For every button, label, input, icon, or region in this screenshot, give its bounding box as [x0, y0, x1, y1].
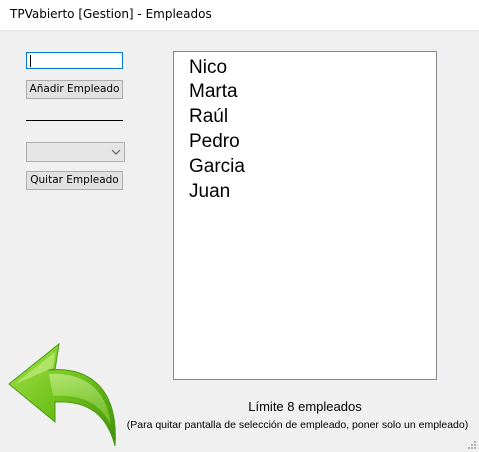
resize-grip-icon[interactable]	[467, 440, 477, 450]
add-employee-button[interactable]: Añadir Empleado	[26, 80, 123, 99]
back-arrow-icon[interactable]	[3, 342, 127, 448]
window-title: TPVabierto [Gestion] - Empleados	[10, 7, 212, 21]
employees-window: TPVabierto [Gestion] - Empleados Añadir …	[0, 0, 479, 452]
employee-list[interactable]: Nico Marta Raúl Pedro Garcia Juan	[173, 51, 437, 380]
list-item[interactable]: Pedro	[189, 130, 240, 154]
remove-employee-button[interactable]: Quitar Empleado	[26, 171, 123, 190]
list-item[interactable]: Marta	[189, 80, 238, 104]
employee-limit-label: Límite 8 empleados	[248, 399, 362, 414]
list-item[interactable]: Nico	[189, 56, 227, 80]
hint-label: (Para quitar pantalla de selección de em…	[126, 419, 469, 431]
list-item[interactable]: Raúl	[189, 105, 228, 129]
employee-name-input[interactable]	[26, 52, 123, 69]
list-item[interactable]: Garcia	[189, 155, 245, 179]
separator-line	[26, 120, 123, 121]
list-item[interactable]: Juan	[189, 180, 230, 204]
title-bar[interactable]: TPVabierto [Gestion] - Empleados	[0, 0, 479, 31]
employee-select[interactable]	[26, 142, 125, 162]
text-caret	[30, 55, 31, 67]
chevron-down-icon	[111, 149, 121, 155]
